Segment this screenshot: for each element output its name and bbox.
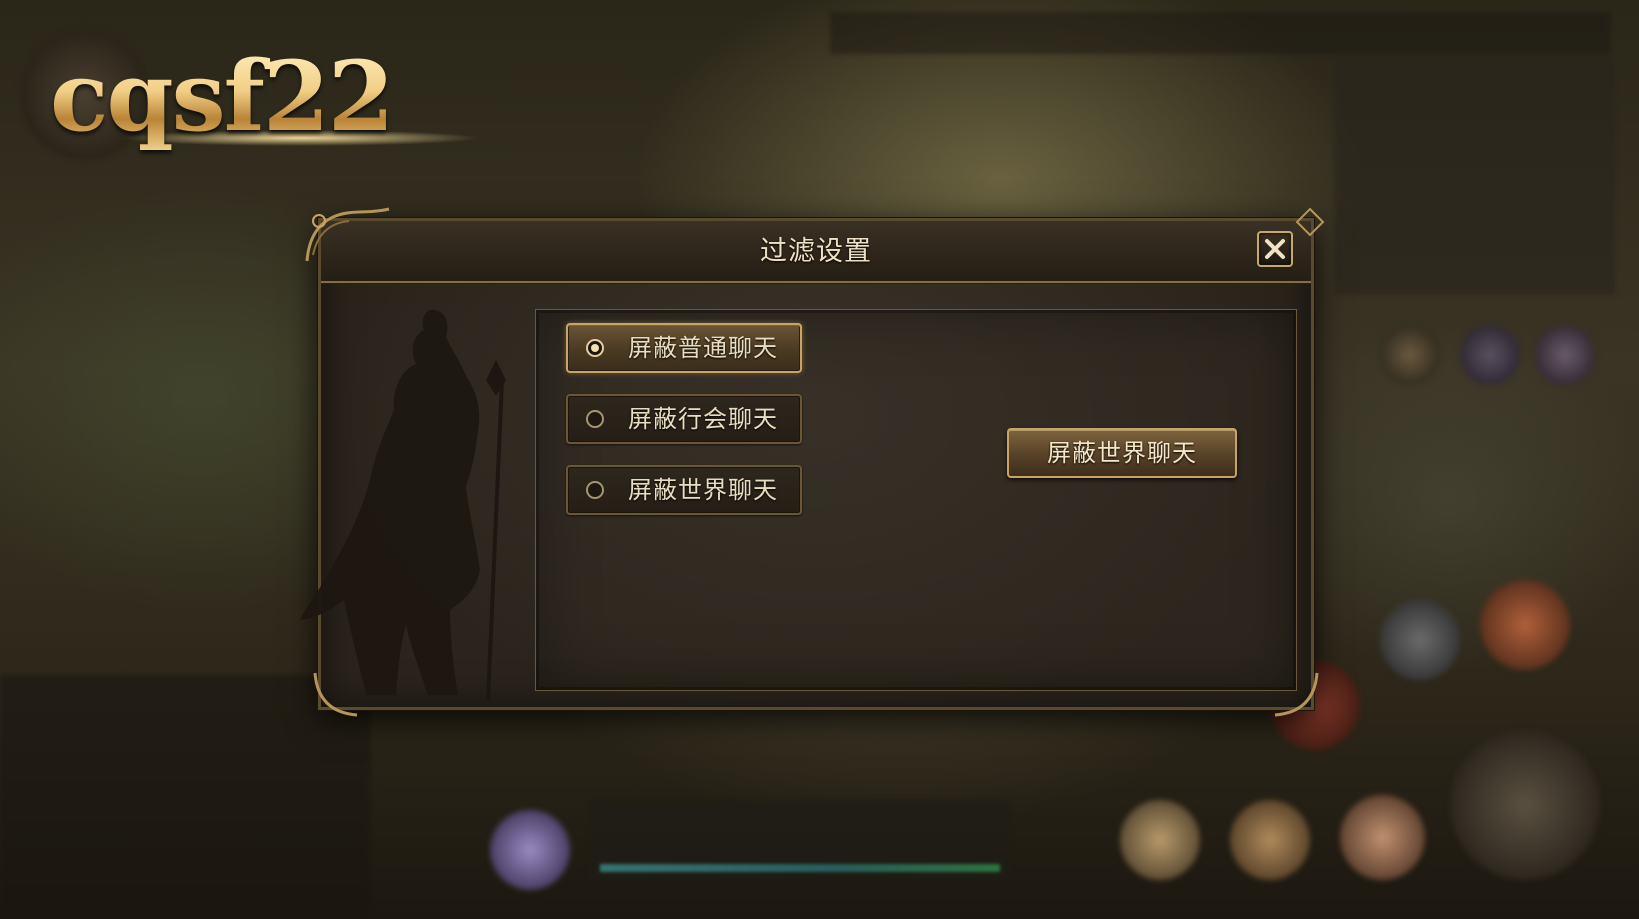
- quest-tracker-panel: [1335, 60, 1615, 295]
- option-block-normal-chat[interactable]: 屏蔽普通聊天: [566, 323, 802, 373]
- close-button[interactable]: [1257, 231, 1293, 267]
- option-label: 屏蔽普通聊天: [628, 334, 778, 362]
- top-status-bar: [830, 12, 1610, 54]
- dialog-title: 过滤设置: [760, 236, 872, 267]
- skill-orb: [1120, 800, 1200, 880]
- brand-logo: cqsf22: [50, 40, 395, 153]
- skill-orb: [1380, 600, 1460, 680]
- skill-orb: [1380, 325, 1440, 385]
- radio-selected-icon: [586, 339, 604, 357]
- skill-orb: [1340, 795, 1425, 880]
- radio-unselected-icon: [586, 481, 604, 499]
- block-world-chat-button[interactable]: 屏蔽世界聊天: [1007, 428, 1237, 478]
- skill-orb: [1480, 580, 1570, 670]
- skill-orb: [1230, 800, 1310, 880]
- skill-orb: [1535, 325, 1595, 385]
- option-block-world-chat[interactable]: 屏蔽世界聊天: [566, 465, 802, 515]
- option-block-guild-chat[interactable]: 屏蔽行会聊天: [566, 394, 802, 444]
- experience-bar: [600, 864, 1000, 872]
- warrior-silhouette: [300, 309, 506, 700]
- corner-ornament-icon: [1295, 207, 1325, 237]
- option-label: 屏蔽世界聊天: [628, 476, 778, 504]
- corner-ornament-icon: [305, 207, 390, 262]
- skill-orb: [1450, 730, 1600, 880]
- action-button-label: 屏蔽世界聊天: [1047, 439, 1197, 467]
- skill-orb: [1460, 325, 1520, 385]
- radio-unselected-icon: [586, 410, 604, 428]
- avatar-orb: [490, 810, 570, 890]
- close-icon: [1265, 239, 1285, 259]
- option-label: 屏蔽行会聊天: [628, 405, 778, 433]
